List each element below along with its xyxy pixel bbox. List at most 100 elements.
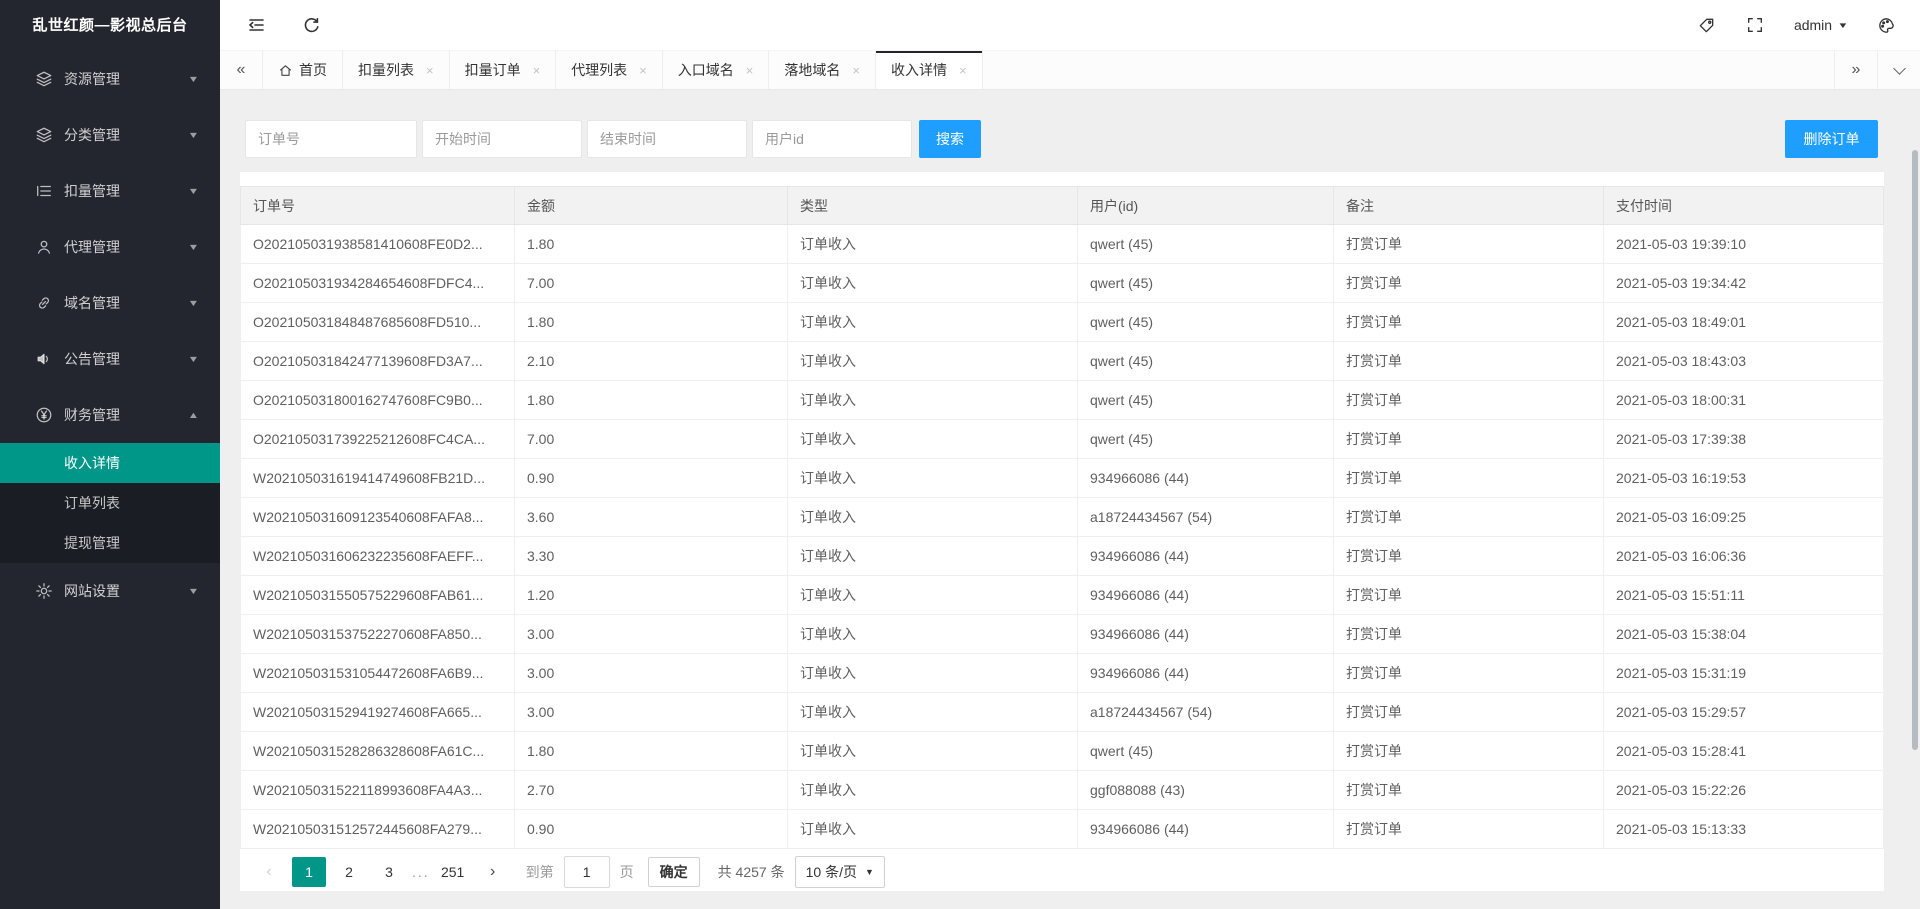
table-row[interactable]: W202105031609123540608FAFA8...3.60订单收入a1… [241, 498, 1884, 537]
close-icon[interactable]: × [852, 63, 860, 78]
sidebar-menu: 资源管理▼分类管理▼扣量管理▼代理管理▼域名管理▼公告管理▼财务管理▲收入详情订… [0, 51, 220, 619]
page-size-select[interactable]: 10 条/页▼ [795, 856, 885, 888]
tabs-scroll-left-button[interactable]: « [220, 51, 263, 89]
search-form: 搜索 删除订单 [245, 120, 1878, 158]
table-row[interactable]: W202105031606232235608FAEFF...3.30订单收入93… [241, 537, 1884, 576]
search-field-用户id[interactable] [752, 120, 912, 158]
search-field-开始时间[interactable] [422, 120, 582, 158]
sidebar-item-财务管理[interactable]: 财务管理▲ [0, 387, 220, 443]
table-cell: O202105031800162747608FC9B0... [241, 381, 515, 420]
table-row[interactable]: W202105031537522270608FA850...3.00订单收入93… [241, 615, 1884, 654]
close-icon[interactable]: × [746, 63, 754, 78]
sidebar-subitem-提现管理[interactable]: 提现管理 [0, 523, 220, 563]
table-row[interactable]: W202105031619414749608FB21D...0.90订单收入93… [241, 459, 1884, 498]
tabs-scroll-right-button[interactable]: » [1834, 51, 1877, 89]
table-cell: 订单收入 [788, 225, 1078, 264]
chevron-down-icon: ▼ [188, 186, 200, 196]
search-field-订单号[interactable] [245, 120, 417, 158]
pagination-page-251[interactable]: 251 [436, 857, 470, 887]
tab-扣量列表[interactable]: 扣量列表× [343, 51, 450, 89]
tab-label: 落地域名 [784, 60, 840, 80]
column-header: 用户(id) [1078, 187, 1334, 225]
page-scrollbar[interactable] [1912, 150, 1918, 750]
pagination-page-2[interactable]: 2 [332, 857, 366, 887]
table-cell: 1.80 [515, 303, 788, 342]
sidebar-item-label: 分类管理 [64, 125, 120, 145]
close-icon[interactable]: × [959, 63, 967, 78]
table-cell: 934966086 (44) [1078, 537, 1334, 576]
table-row[interactable]: W202105031550575229608FAB61...1.20订单收入93… [241, 576, 1884, 615]
tab-入口域名[interactable]: 入口域名× [663, 51, 770, 89]
pagination-page-1[interactable]: 1 [292, 857, 326, 887]
table-cell: 934966086 (44) [1078, 615, 1334, 654]
table-cell: 订单收入 [788, 459, 1078, 498]
user-name: admin [1794, 17, 1832, 33]
table-cell: 3.30 [515, 537, 788, 576]
content-area: 搜索 删除订单 订单号金额类型用户(id)备注支付时间 O20210503193… [220, 90, 1920, 909]
palette-icon[interactable] [1877, 16, 1896, 35]
table-row[interactable]: W202105031522118993608FA4A3...2.70订单收入gg… [241, 771, 1884, 810]
sidebar-item-公告管理[interactable]: 公告管理 ▼ [0, 331, 220, 387]
user-menu[interactable]: admin ▼ [1794, 17, 1847, 33]
sidebar-item-分类管理[interactable]: 分类管理▼ [0, 107, 220, 163]
table-row[interactable]: O202105031842477139608FD3A7...2.10订单收入qw… [241, 342, 1884, 381]
table-cell: 打赏订单 [1334, 537, 1604, 576]
table-cell: 2021-05-03 18:00:31 [1604, 381, 1884, 420]
table-row[interactable]: O202105031800162747608FC9B0...1.80订单收入qw… [241, 381, 1884, 420]
table-row[interactable]: W202105031512572445608FA279...0.90订单收入93… [241, 810, 1884, 849]
sidebar-item-域名管理[interactable]: 域名管理▼ [0, 275, 220, 331]
table-cell: 2021-05-03 18:43:03 [1604, 342, 1884, 381]
fullscreen-icon[interactable] [1746, 16, 1764, 34]
search-button[interactable]: 搜索 [919, 120, 981, 158]
tag-icon[interactable] [1697, 16, 1716, 35]
table-cell: O202105031848487685608FD510... [241, 303, 515, 342]
tab-label: 扣量订单 [465, 60, 521, 80]
tab-home[interactable]: 首页 [263, 51, 343, 89]
table-cell: 打赏订单 [1334, 771, 1604, 810]
pagination-goto-input[interactable] [564, 856, 610, 888]
tab-代理列表[interactable]: 代理列表× [556, 51, 663, 89]
sidebar-subitem-订单列表[interactable]: 订单列表 [0, 483, 220, 523]
close-icon[interactable]: × [533, 63, 541, 78]
sidebar-item-扣量管理[interactable]: 扣量管理▼ [0, 163, 220, 219]
chevron-down-icon: ▼ [865, 867, 874, 877]
table-cell: 2021-05-03 15:13:33 [1604, 810, 1884, 849]
tab-收入详情[interactable]: 收入详情× [876, 51, 983, 89]
pagination-prev-button[interactable]: ‹ [252, 857, 286, 887]
delete-order-button[interactable]: 删除订单 [1785, 120, 1878, 158]
refresh-icon[interactable] [302, 16, 321, 35]
sidebar-item-网站设置[interactable]: 网站设置▼ [0, 563, 220, 619]
menu-collapse-icon[interactable] [246, 15, 266, 35]
sidebar-item-代理管理[interactable]: 代理管理▼ [0, 219, 220, 275]
table-row[interactable]: W202105031529419274608FA665...3.00订单收入a1… [241, 693, 1884, 732]
chevron-down-icon: ▼ [188, 354, 200, 364]
table-cell: W202105031529419274608FA665... [241, 693, 515, 732]
table-cell: W202105031550575229608FAB61... [241, 576, 515, 615]
table-row[interactable]: O202105031739225212608FC4CA...7.00订单收入qw… [241, 420, 1884, 459]
layers-icon [34, 69, 54, 89]
table-row[interactable]: W202105031528286328608FA61C...1.80订单收入qw… [241, 732, 1884, 771]
table-cell: 订单收入 [788, 264, 1078, 303]
close-icon[interactable]: × [426, 63, 434, 78]
table-row[interactable]: O202105031938581410608FE0D2...1.80订单收入qw… [241, 225, 1884, 264]
search-field-结束时间[interactable] [587, 120, 747, 158]
sidebar-item-label: 资源管理 [64, 69, 120, 89]
table-cell: 订单收入 [788, 381, 1078, 420]
table-cell: O202105031739225212608FC4CA... [241, 420, 515, 459]
pagination-next-button[interactable]: › [476, 857, 510, 887]
table-cell: 订单收入 [788, 342, 1078, 381]
tab-落地域名[interactable]: 落地域名 × [769, 51, 876, 89]
pagination-page-3[interactable]: 3 [372, 857, 406, 887]
tabs-menu-button[interactable] [1877, 51, 1920, 89]
sidebar-item-label: 公告管理 [64, 349, 120, 369]
sidebar-subitem-收入详情[interactable]: 收入详情 [0, 443, 220, 483]
column-header: 支付时间 [1604, 187, 1884, 225]
table-row[interactable]: O202105031848487685608FD510...1.80订单收入qw… [241, 303, 1884, 342]
close-icon[interactable]: × [639, 63, 647, 78]
table-row[interactable]: O202105031934284654608FDFC4...7.00订单收入qw… [241, 264, 1884, 303]
table-cell: 7.00 [515, 420, 788, 459]
tab-扣量订单[interactable]: 扣量订单 × [450, 51, 557, 89]
sidebar-item-资源管理[interactable]: 资源管理▼ [0, 51, 220, 107]
pagination-confirm-button[interactable]: 确定 [648, 857, 700, 887]
table-row[interactable]: W202105031531054472608FA6B9...3.00订单收入93… [241, 654, 1884, 693]
